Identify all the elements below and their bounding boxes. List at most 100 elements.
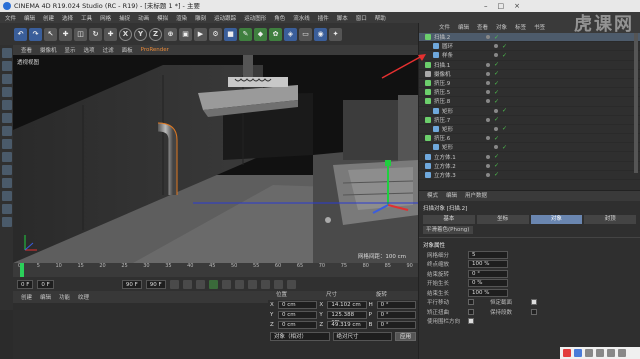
move-icon[interactable]: ✚ — [59, 27, 72, 41]
texture-mode-icon[interactable] — [1, 74, 12, 84]
menu-item[interactable]: 编辑 — [24, 14, 35, 22]
tab-coord[interactable]: 坐标 — [476, 215, 529, 224]
object-row[interactable]: 矩形 ✓ — [419, 143, 640, 153]
enabled-check-icon[interactable]: ✓ — [494, 61, 499, 68]
close-icon[interactable]: × — [514, 0, 520, 12]
phong-tab[interactable]: 平滑着色(Phong) — [423, 226, 473, 234]
object-row[interactable]: 圆环 ✓ — [419, 42, 640, 52]
tab-caps[interactable]: 封顶 — [584, 215, 636, 224]
size-x-field[interactable]: 14.102 cm — [327, 301, 367, 309]
object-row[interactable]: 立方体.3 ✓ — [419, 171, 640, 180]
enabled-check-icon[interactable]: ✓ — [494, 116, 499, 123]
object-row[interactable]: 摄像机 ✓ — [419, 70, 640, 79]
start-frame-field[interactable]: 0 F — [17, 279, 34, 289]
menu-item[interactable]: 插件 — [318, 14, 329, 22]
attribute-value-field[interactable]: 0 ° — [468, 269, 508, 278]
attribute-value-field[interactable]: 100 % — [468, 260, 508, 269]
rotation-h-field[interactable]: 0 ° — [376, 301, 416, 309]
workplane-icon[interactable] — [1, 87, 12, 97]
viewport-menu-prorender[interactable]: ProRender — [141, 47, 169, 53]
autokey-icon[interactable] — [273, 279, 283, 289]
redo-icon[interactable]: ↷ — [29, 27, 42, 41]
object-row[interactable]: 样条 ✓ — [419, 51, 640, 61]
menu-item[interactable]: 选择 — [62, 14, 73, 22]
timeline-ruler[interactable]: 051015202530354045505560657075808590 — [13, 263, 418, 277]
menu-item[interactable]: 运动跟踪 — [214, 14, 236, 22]
preview-end-field[interactable]: 90 F — [145, 279, 166, 289]
tweak-mode-icon[interactable] — [1, 165, 12, 175]
obj-menu-edit[interactable]: 编辑 — [458, 23, 469, 33]
material-menu-edit[interactable]: 编辑 — [40, 293, 51, 301]
menu-item[interactable]: 帮助 — [375, 14, 386, 22]
material-menu-texture[interactable]: 纹理 — [78, 293, 89, 301]
menu-item[interactable]: 动画 — [138, 14, 149, 22]
attr-menu-userdata[interactable]: 用户数据 — [465, 191, 487, 201]
record-icon[interactable] — [260, 279, 270, 289]
object-row[interactable]: 挤压.7 ✓ — [419, 116, 640, 125]
rotation-p-field[interactable]: 0 ° — [376, 311, 416, 319]
menu-item[interactable]: 流水线 — [293, 14, 310, 22]
prev-key-icon[interactable] — [182, 279, 192, 289]
object-row[interactable]: 挤压.9 ✓ — [419, 79, 640, 89]
object-row[interactable]: 扫描.1 ✓ — [419, 61, 640, 70]
rotate-icon[interactable]: ↻ — [89, 27, 102, 41]
obj-menu-object[interactable]: 对象 — [496, 23, 507, 33]
visibility-dot-icon[interactable] — [486, 81, 490, 86]
tray-icon-5[interactable] — [618, 349, 626, 357]
menu-item[interactable]: 文件 — [5, 14, 16, 22]
visibility-dot-icon[interactable] — [486, 136, 490, 141]
scale-icon[interactable]: ◫ — [74, 27, 87, 41]
size-y-field[interactable]: 125.388 cm — [327, 311, 367, 325]
tray-icon-4[interactable] — [607, 349, 615, 357]
deformer-icon[interactable]: ◈ — [284, 27, 297, 41]
menu-item[interactable]: 雕刻 — [195, 14, 206, 22]
end-frame-field[interactable]: 90 F — [121, 279, 142, 289]
position-z-field[interactable]: 0 cm — [278, 321, 318, 329]
subdivision-icon[interactable]: ◆ — [254, 27, 267, 41]
axis-z-button[interactable]: Z — [149, 27, 162, 41]
visibility-dot-icon[interactable] — [486, 172, 490, 177]
goto-start-icon[interactable] — [169, 279, 179, 289]
menu-item[interactable]: 脚本 — [337, 14, 348, 22]
solo-icon[interactable] — [1, 204, 12, 214]
enabled-check-icon[interactable]: ✓ — [502, 144, 507, 151]
material-manager[interactable]: 创建 编辑 功能 纹理 — [13, 291, 268, 359]
camera-icon[interactable]: ◉ — [314, 27, 327, 41]
viewport-menu-view[interactable]: 查看 — [21, 46, 32, 54]
minimize-icon[interactable]: – — [484, 0, 488, 12]
render-view-icon[interactable]: ▣ — [179, 27, 192, 41]
enabled-check-icon[interactable]: ✓ — [494, 153, 499, 160]
next-key-icon[interactable] — [234, 279, 244, 289]
object-list-scrollbar[interactable] — [634, 33, 638, 173]
visibility-dot-icon[interactable] — [486, 163, 490, 168]
play-icon[interactable] — [208, 279, 218, 289]
obj-menu-tags[interactable]: 标签 — [515, 23, 526, 33]
enabled-check-icon[interactable]: ✓ — [502, 52, 507, 59]
visibility-dot-icon[interactable] — [494, 145, 498, 150]
enabled-check-icon[interactable]: ✓ — [494, 70, 499, 77]
menu-item[interactable]: 运动图形 — [244, 14, 266, 22]
perspective-viewport[interactable]: 透视视图 网格间距：100 cm — [13, 55, 418, 263]
undo-icon[interactable]: ↶ — [14, 27, 27, 41]
object-row[interactable]: 挤压.5 ✓ — [419, 88, 640, 98]
recent-tool-icon[interactable]: ✚ — [104, 27, 117, 41]
attribute-checkbox[interactable] — [531, 299, 537, 306]
rotation-b-field[interactable]: 0 ° — [376, 321, 416, 329]
render-settings-icon[interactable]: ⚙ — [209, 27, 222, 41]
coord-mode-select[interactable]: 对象（相对） — [270, 332, 330, 341]
visibility-dot-icon[interactable] — [486, 35, 490, 40]
attr-menu-mode[interactable]: 模式 — [427, 191, 438, 201]
object-row[interactable]: 挤压.6 ✓ — [419, 134, 640, 144]
menu-item[interactable]: 角色 — [274, 14, 285, 22]
array-icon[interactable]: ✿ — [269, 27, 282, 41]
keyframe-selection-icon[interactable] — [286, 279, 296, 289]
object-row[interactable]: 挤压.8 ✓ — [419, 97, 640, 107]
attribute-checkbox[interactable] — [468, 318, 474, 325]
visibility-dot-icon[interactable] — [494, 53, 498, 58]
attribute-value-field[interactable]: 5 — [468, 250, 508, 259]
object-row[interactable]: 矩形 ✓ — [419, 107, 640, 116]
polygons-mode-icon[interactable] — [1, 126, 12, 136]
obj-menu-view[interactable]: 查看 — [477, 23, 488, 33]
menu-item[interactable]: 渲染 — [176, 14, 187, 22]
menu-item[interactable]: 网格 — [100, 14, 111, 22]
